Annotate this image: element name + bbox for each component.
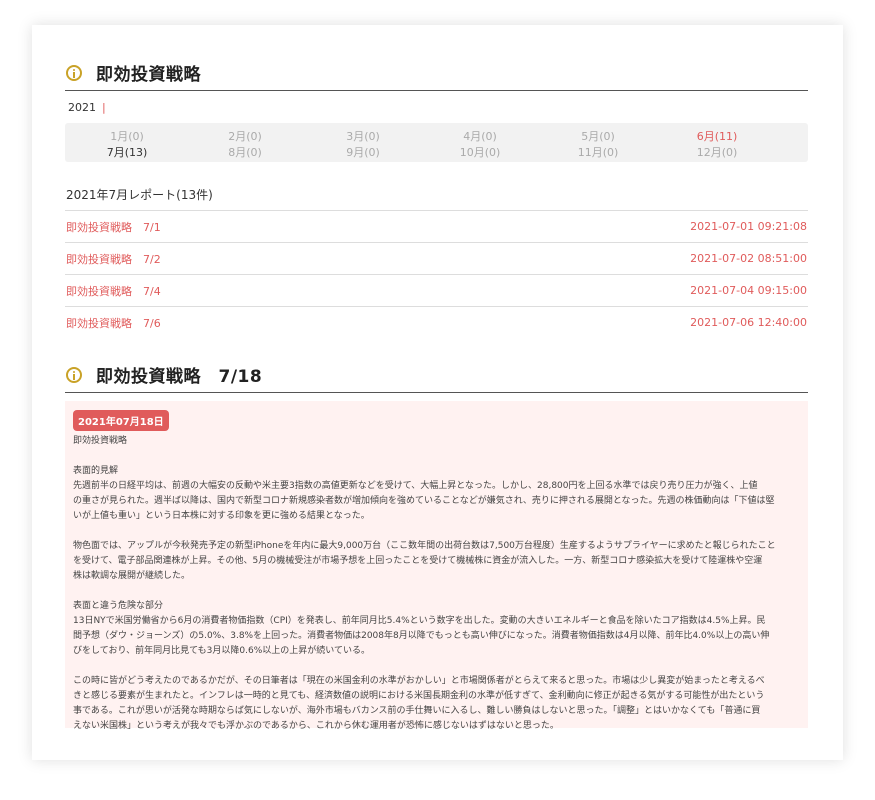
month-sep[interactable]: 9月(0)	[323, 144, 403, 160]
paragraph-heading: 表面的見解	[73, 466, 119, 476]
report-item-title[interactable]: 即効投資戦略 7/1	[66, 219, 161, 235]
report-body: 即効投資戦略 表面的見解 先週前半の日経平均は、前週の大幅安の反動や米主要3指数…	[73, 434, 802, 734]
month-may[interactable]: 5月(0)	[558, 128, 638, 144]
paragraph-line: いが上値も重い」という日本株に対する印象を更に強める結果となった。	[73, 511, 370, 521]
paragraph-line: この時に皆がどう考えたのであるかだが、その日筆者は「現在の米国金利の水準がおかし…	[73, 676, 765, 686]
section-header: 即効投資戦略	[66, 60, 201, 85]
month-jul[interactable]: 7月(13)	[87, 144, 167, 160]
year-label[interactable]: 2021	[68, 101, 96, 114]
report-item[interactable]: 即効投資戦略 7/4 2021-07-04 09:15:00	[65, 274, 808, 306]
report-item-time: 2021-07-06 12:40:00	[690, 316, 807, 329]
report-detail: 2021年07月18日 即効投資戦略 表面的見解 先週前半の日経平均は、前週の大…	[65, 401, 808, 731]
paragraph-line: の重さが見られた。週半ば以降は、国内で新型コロナ新規感染者数が増加傾向を強めてい…	[73, 496, 775, 506]
divider	[65, 90, 808, 91]
section-title: 即効投資戦略 7/18	[96, 367, 263, 387]
section-header: 即効投資戦略 7/18	[66, 362, 262, 387]
report-item[interactable]: 即効投資戦略 7/2 2021-07-02 08:51:00	[65, 242, 808, 274]
paragraph-line: えない米国株」という考えが我々でも浮かぶのであるから、これから休む運用者が恐怖に…	[73, 721, 559, 731]
month-jan[interactable]: 1月(0)	[87, 128, 167, 144]
month-nov[interactable]: 11月(0)	[558, 144, 638, 160]
report-item-title[interactable]: 即効投資戦略 7/6	[66, 315, 161, 331]
report-item-title[interactable]: 即効投資戦略 7/2	[66, 251, 161, 267]
report-item-time: 2021-07-02 08:51:00	[690, 252, 807, 265]
report-item-title[interactable]: 即効投資戦略 7/4	[66, 283, 161, 299]
month-mar[interactable]: 3月(0)	[323, 128, 403, 144]
paragraph-line: きと感じる要素が生まれたと。インフレは一時的と見ても、経済数値の説明における米国…	[73, 691, 765, 701]
info-icon	[66, 64, 82, 81]
report-item-time: 2021-07-04 09:15:00	[690, 284, 807, 297]
report-subtitle: 即効投資戦略	[73, 436, 128, 446]
content-card: 即効投資戦略 2021 | 1月(0) 2月(0) 3月(0) 4月(0) 5月(…	[32, 25, 843, 760]
paragraph-line: 間予想（ダウ・ジョーンズ）の5.0%、3.8%を上回った。消費者物価は2008年…	[73, 631, 770, 641]
report-item[interactable]: 即効投資戦略 7/6 2021-07-06 12:40:00	[65, 306, 808, 338]
paragraph-line: 事である。これが思いが活発な時期ならば気にしないが、海外市場もバカンス前の手仕舞…	[73, 706, 761, 716]
paragraph-line: 物色面では、アップルが今秋発売予定の新型iPhoneを年内に最大9,000万台（…	[73, 541, 776, 551]
paragraph-heading: 表面と違う危険な部分	[73, 601, 164, 611]
month-selector: 1月(0) 2月(0) 3月(0) 4月(0) 5月(0) 6月(11) 7月(…	[65, 123, 808, 162]
year-selector[interactable]: 2021 |	[68, 101, 106, 114]
report-title: 2021年7月レポート(13件)	[66, 188, 213, 202]
month-feb[interactable]: 2月(0)	[205, 128, 285, 144]
date-badge: 2021年07月18日	[73, 410, 169, 431]
month-dec[interactable]: 12月(0)	[677, 144, 757, 160]
divider	[65, 392, 808, 393]
report-item-time: 2021-07-01 09:21:08	[690, 220, 807, 233]
paragraph-line: 13日NYで米国労働省から6月の消費者物価指数（CPI）を発表し、前年同月比5.…	[73, 616, 766, 626]
section-title: 即効投資戦略	[96, 65, 201, 85]
month-apr[interactable]: 4月(0)	[440, 128, 520, 144]
month-aug[interactable]: 8月(0)	[205, 144, 285, 160]
report-list: 即効投資戦略 7/1 2021-07-01 09:21:08 即効投資戦略 7/…	[65, 210, 808, 338]
report-item[interactable]: 即効投資戦略 7/1 2021-07-01 09:21:08	[65, 210, 808, 242]
paragraph-line: びをしており、前年同月比見ても3月以降0.6%以上の上昇が続いている。	[73, 646, 370, 656]
info-icon	[66, 366, 82, 383]
paragraph-line: 株は軟調な展開が継続した。	[73, 571, 191, 581]
paragraph-line: を受けて、電子部品関連株が上昇。その他、5月の機械受注が市場予想を上回ったことを…	[73, 556, 763, 566]
month-jun[interactable]: 6月(11)	[677, 128, 757, 144]
year-separator: |	[102, 101, 106, 114]
month-oct[interactable]: 10月(0)	[440, 144, 520, 160]
paragraph-line: 先週前半の日経平均は、前週の大幅安の反動や米主要3指数の高値更新などを受けて、大…	[73, 481, 758, 491]
